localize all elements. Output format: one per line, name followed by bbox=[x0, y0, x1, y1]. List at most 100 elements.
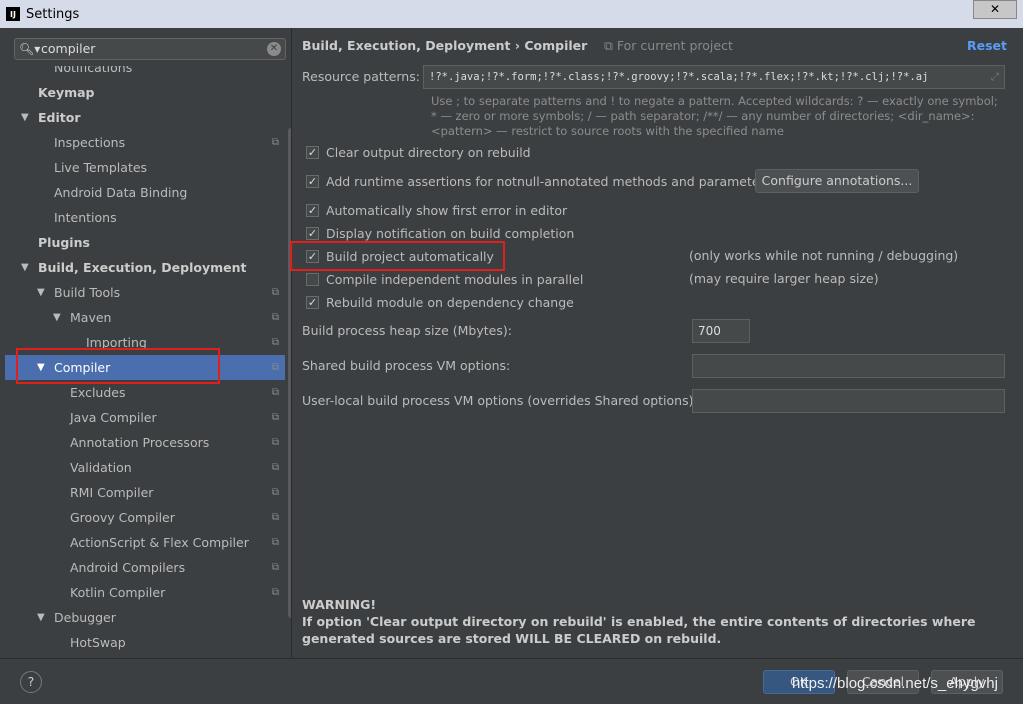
tree-item-label: Keymap bbox=[38, 85, 95, 100]
tree-item-groovy-compiler[interactable]: Groovy Compiler ⧉ bbox=[5, 505, 285, 530]
tree-item-java-compiler[interactable]: Java Compiler ⧉ bbox=[5, 405, 285, 430]
heap-size-label: Build process heap size (Mbytes): bbox=[302, 323, 512, 338]
checkbox-label: Add runtime assertions for notnull-annot… bbox=[326, 174, 772, 189]
checkbox-label: Compile independent modules in parallel bbox=[326, 272, 584, 287]
tree-item-intentions[interactable]: Intentions bbox=[5, 205, 285, 230]
project-scope-icon: ⧉ bbox=[271, 562, 279, 573]
tree-item-label: Java Compiler bbox=[70, 410, 157, 425]
tree-item-label: HotSwap bbox=[70, 635, 126, 650]
compiler-settings-panel: Build, Execution, Deployment › Compiler … bbox=[290, 28, 1023, 658]
tree-item-label: Build, Execution, Deployment bbox=[38, 260, 247, 275]
expand-arrow-icon[interactable]: ▼ bbox=[53, 305, 61, 330]
checkbox-icon[interactable]: ✓ bbox=[306, 296, 319, 309]
checkbox-icon[interactable]: ✓ bbox=[306, 175, 319, 188]
settings-sidebar: Notifications Keymap ▼ Editor Inspections ⧉ Li… bbox=[5, 28, 291, 658]
tree-item-label: Editor bbox=[38, 110, 81, 125]
project-scope-icon: ⧉ bbox=[271, 487, 279, 498]
checkbox-rebuild-module-on-dependency-change[interactable]: ✓ Rebuild module on dependency change bbox=[306, 295, 574, 310]
project-scope-icon: ⧉ bbox=[271, 437, 279, 448]
checkbox-icon[interactable]: ✓ bbox=[306, 227, 319, 240]
resource-patterns-hint: Use ; to separate patterns and ! to nega… bbox=[431, 94, 998, 138]
tree-item-label: Annotation Processors bbox=[70, 435, 210, 450]
intellij-logo: IJ bbox=[6, 7, 20, 21]
help-button[interactable]: ? bbox=[20, 671, 42, 693]
shared-vm-options-input[interactable] bbox=[692, 354, 1005, 378]
checkbox-label: Rebuild module on dependency change bbox=[326, 295, 574, 310]
tree-item-debugger[interactable]: ▼ Debugger bbox=[5, 605, 285, 630]
checkbox-compile-independent-modules-in-parallel[interactable]: Compile independent modules in parallel bbox=[306, 272, 583, 287]
checkbox-label: Display notification on build completion bbox=[326, 226, 575, 241]
tree-item-rmi-compiler[interactable]: RMI Compiler ⧉ bbox=[5, 480, 285, 505]
highlight-compiler bbox=[16, 348, 220, 384]
project-scope-icon: ⧉ bbox=[271, 587, 279, 598]
title-bar: IJ Settings ✕ bbox=[0, 0, 1023, 28]
tree-item-maven[interactable]: ▼ Maven ⧉ bbox=[5, 305, 285, 330]
checkbox-label: Clear output directory on rebuild bbox=[326, 145, 531, 160]
expand-arrow-icon[interactable]: ▼ bbox=[21, 255, 29, 280]
tree-item-label: Intentions bbox=[54, 210, 117, 225]
project-scope-icon: ⧉ bbox=[271, 312, 279, 323]
tree-item-label: Maven bbox=[70, 310, 112, 325]
tree-item-kotlin-compiler[interactable]: Kotlin Compiler ⧉ bbox=[5, 580, 285, 605]
heap-size-input[interactable]: 700 bbox=[692, 319, 750, 343]
tree-item-label: Live Templates bbox=[54, 160, 148, 175]
tree-item-label: Kotlin Compiler bbox=[70, 585, 166, 600]
tree-item-label: Inspections bbox=[54, 135, 126, 150]
expand-arrow-icon[interactable]: ▼ bbox=[37, 280, 45, 305]
expand-arrow-icon[interactable]: ▼ bbox=[37, 605, 45, 630]
search-value: compiler bbox=[41, 41, 96, 56]
tree-item-label: Android Data Binding bbox=[54, 185, 188, 200]
project-scope-icon: ⧉ bbox=[271, 137, 279, 148]
window-title: Settings bbox=[26, 6, 80, 22]
tree-item-build-execution-deployment[interactable]: ▼ Build, Execution, Deployment bbox=[5, 255, 285, 280]
warning-title: WARNING! bbox=[302, 597, 377, 612]
tree-item-label: RMI Compiler bbox=[70, 485, 154, 500]
checkbox-automatically-show-first-error-in-editor[interactable]: ✓ Automatically show first error in edito… bbox=[306, 203, 567, 218]
reset-link[interactable]: Reset bbox=[967, 38, 1007, 53]
expand-arrow-icon[interactable]: ▼ bbox=[21, 105, 29, 130]
tree-item-annotation-processors[interactable]: Annotation Processors ⧉ bbox=[5, 430, 285, 455]
checkbox-icon[interactable] bbox=[306, 273, 319, 286]
project-scope-icon: ⧉ bbox=[271, 387, 279, 398]
tree-item-inspections[interactable]: Inspections ⧉ bbox=[5, 130, 285, 155]
tree-item-label: Build Tools bbox=[54, 285, 121, 300]
warning-text: If option 'Clear output directory on reb… bbox=[302, 614, 976, 646]
warning-message: WARNING! If option 'Clear output directo… bbox=[302, 596, 1002, 647]
tree-item-android-data-binding[interactable]: Android Data Binding bbox=[5, 180, 285, 205]
search-icon: 🔍︎▾ bbox=[19, 42, 41, 56]
checkbox-icon[interactable]: ✓ bbox=[306, 146, 319, 159]
tree-item-keymap[interactable]: Keymap bbox=[5, 80, 285, 105]
tree-item-label: Debugger bbox=[54, 610, 116, 625]
tree-item-build-tools[interactable]: ▼ Build Tools ⧉ bbox=[5, 280, 285, 305]
checkbox-display-notification-on-build-completion[interactable]: ✓ Display notification on build completio… bbox=[306, 226, 574, 241]
checkbox-clear-output-directory-on-rebuild[interactable]: ✓ Clear output directory on rebuild bbox=[306, 145, 531, 160]
checkbox-label: Automatically show first error in editor bbox=[326, 203, 568, 218]
tree-item-validation[interactable]: Validation ⧉ bbox=[5, 455, 285, 480]
tree-item-live-templates[interactable]: Live Templates bbox=[5, 155, 285, 180]
tree-item-plugins[interactable]: Plugins bbox=[5, 230, 285, 255]
dialog-footer: ? OK Cancel Apply https://blog.csdn.net/… bbox=[0, 658, 1023, 704]
shared-vm-options-label: Shared build process VM options: bbox=[302, 358, 511, 373]
checkbox-icon[interactable]: ✓ bbox=[306, 204, 319, 217]
tree-item-label: Plugins bbox=[38, 235, 90, 250]
close-window-button[interactable]: ✕ bbox=[973, 0, 1017, 19]
configure-annotations-button[interactable]: Configure annotations... bbox=[755, 169, 919, 193]
tree-item-android-compilers[interactable]: Android Compilers ⧉ bbox=[5, 555, 285, 580]
checkbox-add-runtime-assertions-for-notnull-annot[interactable]: ✓ Add runtime assertions for notnull-anno… bbox=[306, 174, 771, 189]
search-input[interactable]: 🔍︎▾ compiler ✕ bbox=[14, 38, 286, 60]
resource-patterns-value: !?*.java;!?*.form;!?*.class;!?*.groovy;!… bbox=[429, 71, 929, 83]
project-scope-icon: ⧉ bbox=[271, 512, 279, 523]
tree-item-actionscript-flex-compiler[interactable]: ActionScript & Flex Compiler ⧉ bbox=[5, 530, 285, 555]
for-current-project-label: ⧉ For current project bbox=[604, 38, 733, 53]
tree-item-editor[interactable]: ▼ Editor bbox=[5, 105, 285, 130]
user-vm-options-input[interactable] bbox=[692, 389, 1005, 413]
expand-icon[interactable]: ⤢ bbox=[991, 66, 999, 88]
tree-item-hotswap[interactable]: HotSwap bbox=[5, 630, 285, 655]
project-scope-icon: ⧉ bbox=[271, 412, 279, 423]
tree-item-label: Groovy Compiler bbox=[70, 510, 175, 525]
project-scope-icon: ⧉ bbox=[271, 337, 279, 348]
watermark: https://blog.csdn.net/s_ehygvhj bbox=[792, 675, 998, 692]
clear-search-icon[interactable]: ✕ bbox=[267, 42, 281, 56]
resource-patterns-input[interactable]: !?*.java;!?*.form;!?*.class;!?*.groovy;!… bbox=[423, 65, 1005, 89]
breadcrumb: Build, Execution, Deployment › Compiler bbox=[302, 38, 588, 53]
